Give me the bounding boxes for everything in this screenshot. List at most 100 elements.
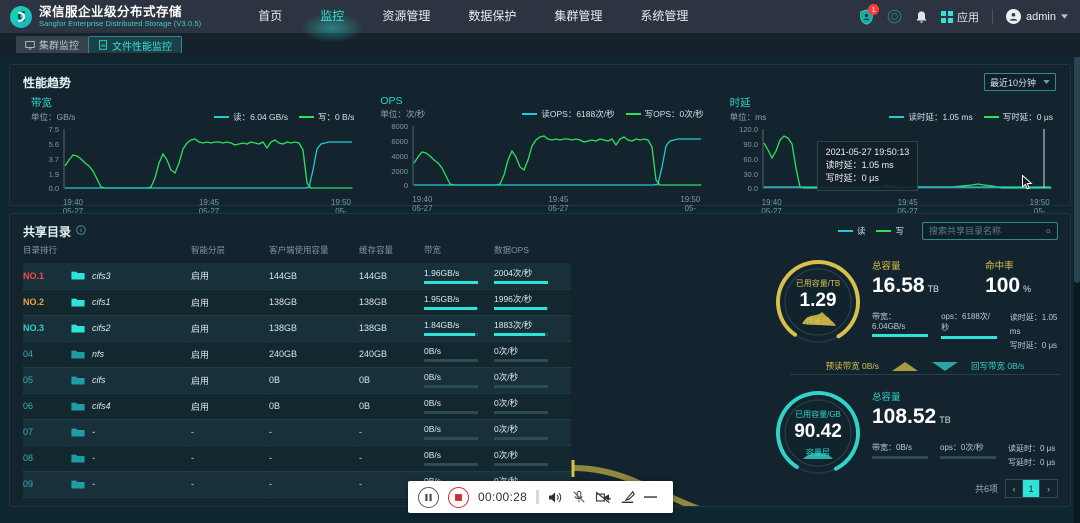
table-header-row: 目录排行 智能分层 客户端使用容量 缓存容量 带宽 数据OPS [23, 244, 571, 263]
screen-recorder-toolbar: 00:00:28 [408, 481, 673, 513]
cell-data-ops: 0次/秒 [494, 367, 571, 393]
time-range-select[interactable]: 最近10分钟 [984, 73, 1056, 91]
tooltip-write-latency: 写时延：0 μs [826, 172, 910, 185]
cell-cache-capacity: 0B [359, 367, 424, 393]
table-row[interactable]: 08----0B/s0次/秒 [23, 445, 571, 471]
search-share-directory[interactable] [922, 222, 1058, 240]
folder-icon [71, 453, 85, 464]
folder-icon [71, 349, 85, 360]
pause-button[interactable] [418, 487, 439, 508]
svg-text:0.0: 0.0 [49, 184, 59, 193]
header-actions: 1 应用 admin [859, 9, 1080, 25]
svg-text:6000: 6000 [392, 137, 409, 146]
folder-icon [71, 270, 85, 281]
nav-item-monitor[interactable]: 监控 [301, 0, 363, 33]
prefetch-bandwidth: 预读带宽 0B/s [826, 360, 879, 372]
cell-tier: 启用 [191, 315, 269, 341]
user-menu[interactable]: admin [1006, 9, 1068, 24]
apps-button[interactable]: 应用 [941, 9, 979, 25]
speaker-icon[interactable] [548, 491, 563, 504]
chart-latency-plot[interactable]: 120.0 90.0 60.0 30.0 0.0 [722, 125, 1057, 197]
nav-item-cluster[interactable]: 集群管理 [535, 0, 621, 33]
share-legend-write: 写 [876, 225, 904, 237]
cell-tier: - [191, 471, 269, 497]
chart-ops-plot[interactable]: 8000 6000 4000 2000 0 [372, 122, 707, 194]
chart-ops-xaxis: 19:4005-27 19:4505-27 19:5005-27 [372, 195, 707, 213]
cell-name: - [71, 471, 191, 497]
recording-timer: 00:00:28 [478, 490, 527, 504]
cell-name: - [71, 419, 191, 445]
performance-trend-title: 性能趋势 [10, 65, 1070, 93]
folder-icon [71, 297, 85, 308]
nav-item-home[interactable]: 首页 [239, 0, 301, 33]
chart-bandwidth-legend: 读：6.04 GB/s 写：0 B/s [214, 111, 358, 123]
perf-bandwidth: 带宽：6.04GB/s [872, 311, 929, 353]
brand-logo[interactable]: 深信服企业级分布式存储 Sangfor Enterprise Distribut… [0, 5, 201, 29]
pen-icon[interactable] [620, 490, 635, 504]
chart-ops-title: OPS [372, 93, 707, 108]
table-row[interactable]: 06cifs4启用0B0B0B/s0次/秒 [23, 393, 571, 419]
table-row[interactable]: NO.1cifs3启用144GB144GB1.96GB/s2004次/秒 [23, 263, 571, 289]
shield-alert-icon[interactable]: 1 [859, 9, 874, 25]
mic-off-icon[interactable] [572, 490, 586, 504]
tab-cluster-monitor[interactable]: 集群监控 [16, 36, 88, 53]
table-row[interactable]: 05cifs启用0B0B0B/s0次/秒 [23, 367, 571, 393]
cell-cache-capacity: 138GB [359, 315, 424, 341]
chart-ops: OPS 单位：次/秒 读OPS：6188次/秒 写OPS：0次/秒 8000 6… [365, 93, 714, 197]
cap-total-label: 总容量 [872, 389, 1070, 403]
pause-icon [424, 493, 433, 502]
legend-read-latency: 读时延：1.05 ms [889, 111, 972, 123]
cell-rank: 06 [23, 393, 71, 419]
brand-title-cn: 深信服企业级分布式存储 [39, 5, 201, 19]
tab-file-performance-monitor-label: 文件性能监控 [112, 38, 172, 53]
cell-client-capacity: 0B [269, 393, 359, 419]
top-header-bar: 深信服企业级分布式存储 Sangfor Enterprise Distribut… [0, 0, 1080, 33]
cell-rank: NO.1 [23, 263, 71, 289]
cell-client-capacity: 144GB [269, 263, 359, 289]
scrollbar-thumb[interactable] [1074, 33, 1080, 283]
capacity-tier-gauge [772, 387, 864, 479]
cell-cache-capacity: - [359, 419, 424, 445]
cell-client-capacity: 138GB [269, 289, 359, 315]
stop-button[interactable] [448, 487, 469, 508]
cell-data-ops: 0次/秒 [494, 445, 571, 471]
alert-count-badge: 1 [868, 4, 879, 15]
folder-icon [71, 505, 85, 508]
table-row[interactable]: NO.2cifs1启用138GB138GB1.95GB/s1996次/秒 [23, 289, 571, 315]
page-scrollbar[interactable] [1074, 33, 1080, 523]
cell-rank: NO.3 [23, 315, 71, 341]
help-circle-icon[interactable] [887, 9, 902, 24]
table-row[interactable]: 07----0B/s0次/秒 [23, 419, 571, 445]
info-icon[interactable] [76, 225, 86, 238]
chart-bandwidth-plot[interactable]: 7.5 5.6 3.7 1.9 0.0 1 [23, 125, 358, 197]
search-input[interactable] [929, 226, 1046, 236]
cap-latency: 读延时：0 μs 写延时：0 μs [1008, 442, 1055, 470]
svg-text:90.0: 90.0 [743, 140, 758, 149]
svg-text:60.0: 60.0 [743, 155, 758, 164]
table-row[interactable]: NO.3cifs2启用138GB138GB1.84GB/s1883次/秒 [23, 315, 571, 341]
cell-cache-capacity: 138GB [359, 289, 424, 315]
chart-latency-title: 时延 [722, 93, 1057, 111]
sangfor-logo-icon [10, 6, 32, 28]
tier-stats-container: 已用容量/TB 1.29 性能层 总容量 16.58TB 命中率 100% 带宽… [780, 248, 1070, 487]
file-chart-icon [98, 40, 108, 50]
bell-icon[interactable] [915, 10, 928, 24]
tab-file-performance-monitor[interactable]: 文件性能监控 [88, 36, 182, 53]
cell-tier: 启用 [191, 289, 269, 315]
col-rank: 目录排行 [23, 244, 71, 263]
stop-icon [454, 493, 463, 502]
chart-latency-tooltip: 2021-05-27 19:50:13 读时延：1.05 ms 写时延：0 μs [817, 141, 919, 191]
cell-cache-capacity: - [359, 445, 424, 471]
cap-write-latency: 写延时：0 μs [1008, 456, 1055, 470]
grid-icon [941, 11, 953, 23]
chart-bandwidth-title: 带宽 [23, 93, 358, 111]
nav-item-data-protection[interactable]: 数据保护 [449, 0, 535, 33]
minimize-icon[interactable] [644, 495, 657, 499]
camera-off-icon[interactable] [595, 491, 611, 504]
table-row[interactable]: 04nfs启用240GB240GB0B/s0次/秒 [23, 341, 571, 367]
svg-text:0: 0 [404, 181, 408, 190]
nav-item-system[interactable]: 系统管理 [621, 0, 707, 33]
nav-item-resource[interactable]: 资源管理 [363, 0, 449, 33]
charts-row: 带宽 单位：GB/s 读：6.04 GB/s 写：0 B/s 7.5 5.6 3… [10, 93, 1070, 205]
sub-tab-bar: 集群监控 文件性能监控 [0, 33, 1080, 57]
